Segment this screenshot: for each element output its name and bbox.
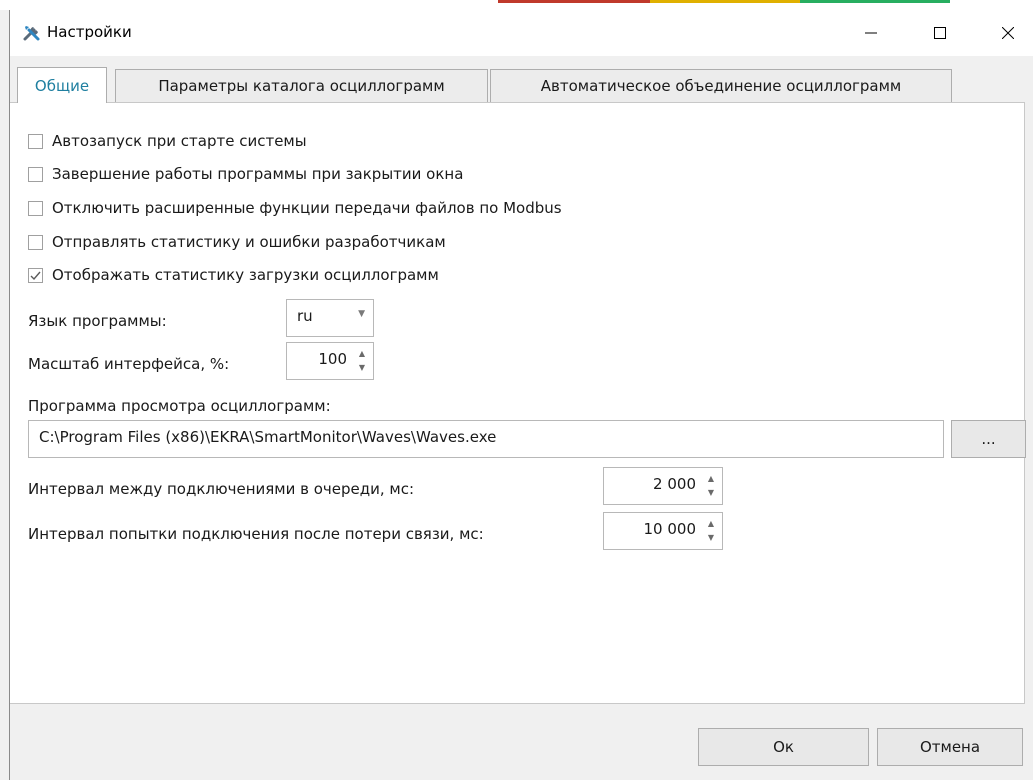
scale-label: Масштаб интерфейса, %: (28, 355, 230, 373)
background-accent-yellow (650, 0, 800, 3)
spin-up-icon[interactable]: ▲ (706, 520, 716, 528)
viewer-path-value: C:\Program Files (x86)\EKRA\SmartMonitor… (39, 428, 497, 446)
language-value: ru (297, 307, 313, 325)
tab-waveform-catalog[interactable]: Параметры каталога осциллограмм (115, 69, 488, 102)
ok-label: Ок (773, 738, 794, 756)
checkbox-label: Автозапуск при старте системы (52, 132, 307, 150)
tab-auto-merge[interactable]: Автоматическое объединение осциллограмм (490, 69, 952, 102)
background-window-strip (0, 0, 1033, 10)
tab-label: Автоматическое объединение осциллограмм (540, 77, 902, 95)
tab-general[interactable]: Общие (17, 67, 107, 103)
spin-up-icon[interactable]: ▲ (357, 350, 367, 358)
cancel-label: Отмена (919, 738, 981, 756)
dialog-footer: Ок Отмена (10, 704, 1033, 780)
queue-interval-stepper[interactable]: 2 000 ▲ ▼ (603, 467, 723, 505)
viewer-path-input[interactable]: C:\Program Files (x86)\EKRA\SmartMonitor… (28, 420, 944, 458)
checkbox-exit-on-close[interactable]: Завершение работы программы при закрытии… (28, 165, 463, 183)
reconnect-interval-label: Интервал попытки подключения после потер… (28, 525, 484, 543)
checkbox-box[interactable] (28, 200, 43, 216)
checkbox-box[interactable] (28, 166, 43, 182)
maximize-button[interactable] (917, 10, 963, 56)
ok-button[interactable]: Ок (698, 728, 869, 766)
chevron-down-icon: ▼ (358, 309, 365, 319)
browse-label: ... (981, 430, 996, 448)
reconnect-interval-value: 10 000 (643, 520, 697, 538)
background-accent-red (498, 0, 650, 3)
checkbox-box[interactable] (28, 133, 43, 149)
tools-icon (23, 26, 40, 41)
checkbox-autostart[interactable]: Автозапуск при старте системы (28, 132, 307, 150)
window-title: Настройки (47, 23, 132, 41)
tab-label: Общие (34, 76, 90, 95)
close-button[interactable] (985, 10, 1031, 56)
spin-down-icon[interactable]: ▼ (357, 364, 367, 372)
checkbox-label: Отправлять статистику и ошибки разработч… (52, 233, 446, 251)
checkbox-box[interactable] (28, 234, 43, 250)
checkbox-label: Отключить расширенные функции передачи ф… (52, 199, 562, 217)
browse-button[interactable]: ... (951, 420, 1026, 458)
checkbox-label: Завершение работы программы при закрытии… (52, 165, 464, 183)
close-icon (1002, 27, 1014, 39)
minimize-icon (865, 32, 877, 34)
title-bar[interactable]: Настройки (10, 10, 1033, 56)
spin-down-icon[interactable]: ▼ (706, 489, 716, 497)
maximize-icon (934, 27, 946, 39)
cancel-button[interactable]: Отмена (877, 728, 1023, 766)
settings-dialog: Настройки Общие Параметры каталога осцил… (9, 10, 1033, 780)
checkbox-disable-modbus-ext[interactable]: Отключить расширенные функции передачи ф… (28, 199, 562, 217)
minimize-button[interactable] (848, 10, 894, 56)
tab-label: Параметры каталога осциллограмм (158, 77, 445, 95)
background-accent-green (800, 0, 950, 3)
checkbox-show-load-stats[interactable]: Отображать статистику загрузки осциллогр… (28, 266, 439, 284)
queue-interval-value: 2 000 (653, 475, 696, 493)
viewer-label: Программа просмотра осциллограмм: (28, 397, 331, 415)
checkmark-icon (30, 271, 41, 280)
spin-up-icon[interactable]: ▲ (706, 475, 716, 483)
scale-stepper[interactable]: 100 ▲ ▼ (286, 342, 374, 380)
language-select[interactable]: ru ▼ (286, 299, 374, 337)
general-settings-panel: Автозапуск при старте системы Завершение… (10, 102, 1026, 704)
queue-interval-label: Интервал между подключениями в очереди, … (28, 480, 415, 498)
reconnect-interval-stepper[interactable]: 10 000 ▲ ▼ (603, 512, 723, 550)
checkbox-send-stats[interactable]: Отправлять статистику и ошибки разработч… (28, 233, 446, 251)
scale-value: 100 (318, 350, 347, 368)
spin-down-icon[interactable]: ▼ (706, 534, 716, 542)
checkbox-label: Отображать статистику загрузки осциллогр… (52, 266, 439, 284)
language-label: Язык программы: (28, 312, 167, 330)
checkbox-box[interactable] (28, 267, 43, 283)
